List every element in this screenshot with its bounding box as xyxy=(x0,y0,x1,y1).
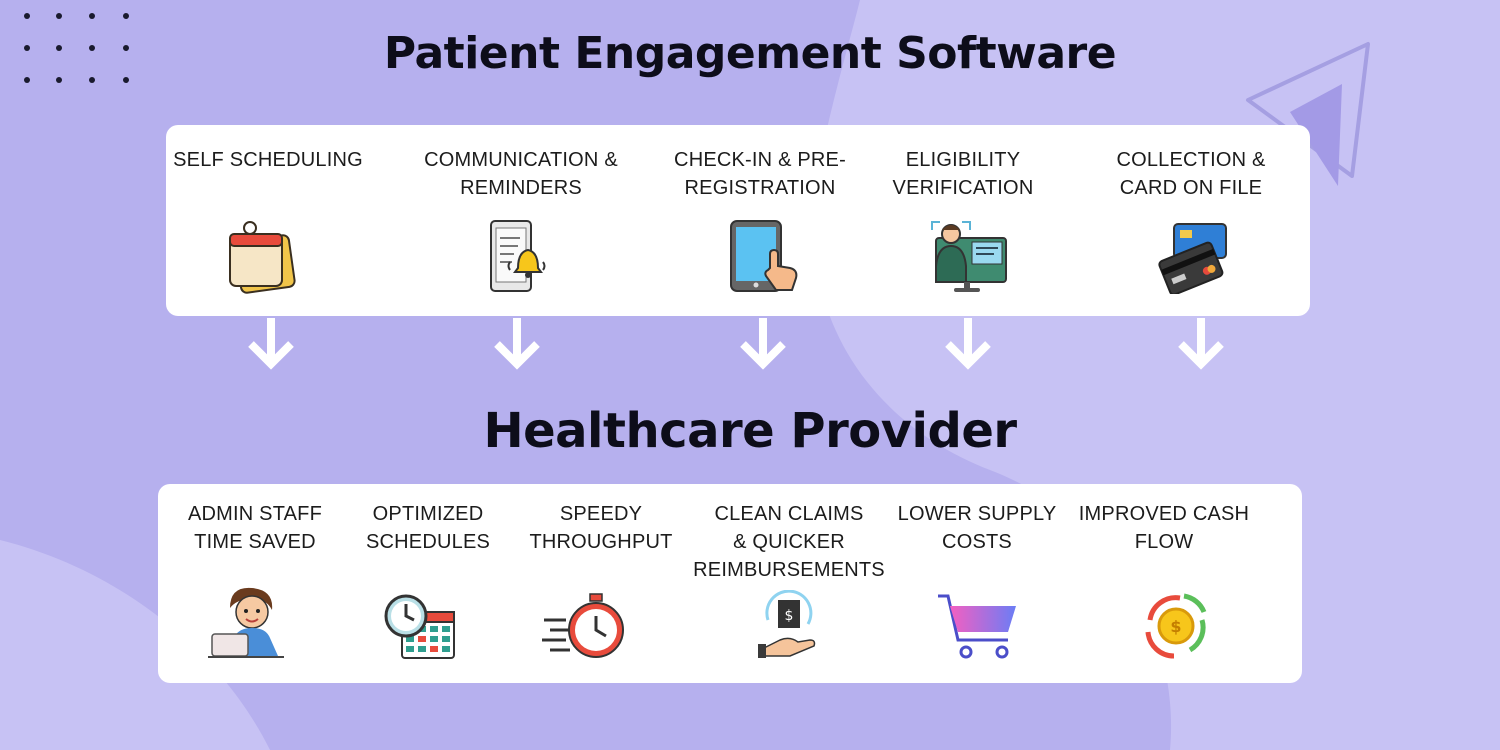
section-subtitle: Healthcare Provider xyxy=(483,403,1017,459)
benefit-label: IMPROVED CASH FLOW xyxy=(1078,503,1250,553)
down-arrow-icon xyxy=(248,318,294,370)
down-arrow-icon xyxy=(1178,318,1224,370)
feature-collection: COLLECTION & CARD ON FILE xyxy=(1091,146,1291,202)
benefit-admin-time: ADMIN STAFF TIME SAVED xyxy=(170,500,340,556)
staff-laptop-icon xyxy=(208,587,284,658)
benefit-schedules: OPTIMIZED SCHEDULES xyxy=(348,500,508,556)
stopwatch-icon xyxy=(542,593,624,658)
money-hand-icon: $ xyxy=(758,590,816,658)
down-arrow-icon xyxy=(740,318,786,370)
notepad-icon xyxy=(229,221,296,294)
benefit-label: OPTIMIZED SCHEDULES xyxy=(365,503,491,553)
phone-bell-icon xyxy=(490,220,546,292)
benefit-clean-claims: CLEAN CLAIMS & QUICKER REIMBURSEMENTS xyxy=(692,500,886,584)
feature-label: COLLECTION & CARD ON FILE xyxy=(1116,149,1266,199)
feature-check-in: CHECK-IN & PRE- REGISTRATION xyxy=(660,146,860,202)
feature-label: ELIGIBILITY VERIFICATION xyxy=(892,149,1034,199)
benefit-throughput: SPEEDY THROUGHPUT xyxy=(520,500,682,556)
feature-eligibility: ELIGIBILITY VERIFICATION xyxy=(868,146,1058,202)
benefit-label: SPEEDY THROUGHPUT xyxy=(529,503,673,553)
shopping-cart-icon xyxy=(938,594,1016,659)
feature-communication-reminders: COMMUNICATION & REMINDERS xyxy=(411,146,631,202)
feature-label: COMMUNICATION & REMINDERS xyxy=(424,149,618,199)
down-arrow-icon xyxy=(945,318,991,370)
benefit-supply-costs: LOWER SUPPLY COSTS xyxy=(896,500,1058,556)
credit-cards-icon xyxy=(1158,223,1227,294)
feature-self-scheduling: SELF SCHEDULING xyxy=(168,146,368,174)
benefit-cash-flow: IMPROVED CASH FLOW xyxy=(1074,500,1254,556)
benefit-label: ADMIN STAFF TIME SAVED xyxy=(187,503,323,553)
page-title: Patient Engagement Software xyxy=(383,28,1117,79)
svg-text:$: $ xyxy=(1170,617,1181,636)
benefit-label: LOWER SUPPLY COSTS xyxy=(897,503,1057,553)
feature-label: SELF SCHEDULING xyxy=(173,149,363,171)
tablet-tap-icon xyxy=(730,220,798,292)
clock-calendar-icon xyxy=(384,594,455,659)
id-verification-icon xyxy=(931,221,1007,292)
coin-cycle-icon: $ xyxy=(1145,593,1207,659)
benefit-label: CLEAN CLAIMS & QUICKER REIMBURSEMENTS xyxy=(693,503,885,581)
svg-text:$: $ xyxy=(785,608,794,624)
down-arrow-icon xyxy=(494,318,540,370)
feature-label: CHECK-IN & PRE- REGISTRATION xyxy=(674,149,846,199)
